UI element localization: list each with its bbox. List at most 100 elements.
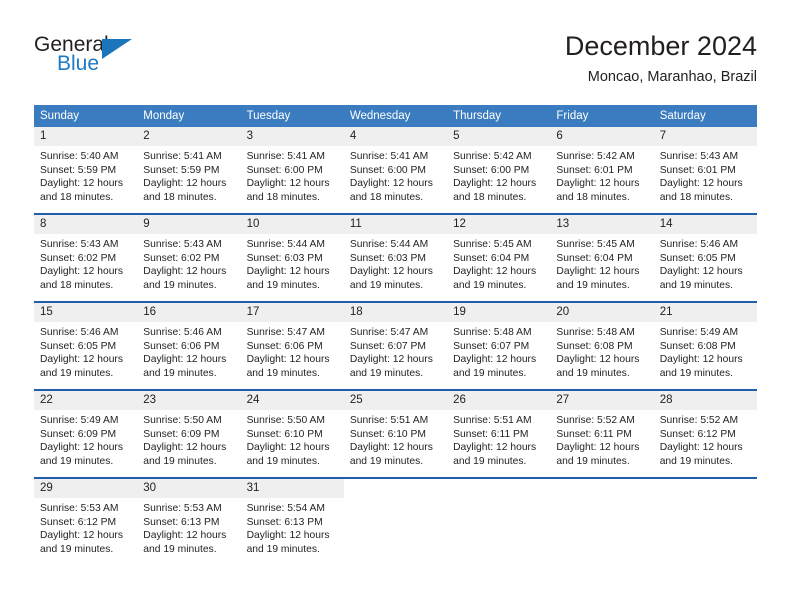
day-details: Sunrise: 5:41 AM Sunset: 6:00 PM Dayligh… [344,146,447,204]
calendar-day-cell[interactable]: 10 Sunrise: 5:44 AM Sunset: 6:03 PM Dayl… [240,213,344,302]
daylight-text-line1: Daylight: 12 hours [556,354,640,366]
calendar-day-cell[interactable]: 19 Sunrise: 5:48 AM Sunset: 6:07 PM Dayl… [447,301,551,390]
sunset-text: Sunset: 6:04 PM [453,252,530,264]
daylight-text-line2: and 19 minutes. [453,367,527,379]
day-number: 8 [34,215,138,234]
sunset-text: Sunset: 6:03 PM [349,252,426,264]
calendar-day-cell[interactable]: 28 Sunrise: 5:52 AM Sunset: 6:12 PM Dayl… [653,389,757,478]
day-details: Sunrise: 5:46 AM Sunset: 6:06 PM Dayligh… [137,322,240,380]
daylight-text-line2: and 19 minutes. [349,367,424,379]
calendar-day-cell[interactable]: 23 Sunrise: 5:50 AM Sunset: 6:09 PM Dayl… [137,389,241,478]
calendar-day-cell[interactable]: 22 Sunrise: 5:49 AM Sunset: 6:09 PM Dayl… [34,389,138,478]
page-subtitle: Moncao, Maranhao, Brazil [587,69,757,85]
day-details: Sunrise: 5:54 AM Sunset: 6:13 PM Dayligh… [241,498,344,556]
day-number: 24 [240,391,344,410]
calendar-day-cell[interactable]: 24 Sunrise: 5:50 AM Sunset: 6:10 PM Dayl… [240,389,344,478]
daylight-text-line1: Daylight: 12 hours [143,354,227,366]
sunset-text: Sunset: 6:08 PM [659,340,736,352]
daylight-text-line2: and 18 minutes. [659,191,733,203]
daylight-text-line2: and 19 minutes. [659,455,733,467]
daylight-text-line2: and 19 minutes. [246,279,320,291]
calendar-day-cell[interactable]: 20 Sunrise: 5:48 AM Sunset: 6:08 PM Dayl… [550,301,654,390]
day-number: 15 [34,303,138,322]
daylight-text-line1: Daylight: 12 hours [40,354,123,366]
calendar-day-cell[interactable]: 9 Sunrise: 5:43 AM Sunset: 6:02 PM Dayli… [137,213,241,302]
day-details: Sunrise: 5:45 AM Sunset: 6:04 PM Dayligh… [447,234,550,292]
calendar-day-cell[interactable]: 26 Sunrise: 5:51 AM Sunset: 6:11 PM Dayl… [447,389,551,478]
daylight-text-line1: Daylight: 12 hours [246,442,330,454]
calendar-day-cell[interactable]: 8 Sunrise: 5:43 AM Sunset: 6:02 PM Dayli… [34,213,138,302]
calendar-week-row: 15 Sunrise: 5:46 AM Sunset: 6:05 PM Dayl… [34,301,757,390]
day-details: Sunrise: 5:50 AM Sunset: 6:09 PM Dayligh… [137,410,240,468]
calendar-day-cell[interactable]: 7 Sunrise: 5:43 AM Sunset: 6:01 PM Dayli… [653,127,757,214]
daylight-text-line1: Daylight: 12 hours [659,354,743,366]
calendar-day-cell[interactable]: 15 Sunrise: 5:46 AM Sunset: 6:05 PM Dayl… [34,301,138,390]
weekday-header-saturday: Saturday [653,105,757,127]
daylight-text-line2: and 19 minutes. [143,279,217,291]
calendar-day-cell[interactable]: 17 Sunrise: 5:47 AM Sunset: 6:06 PM Dayl… [240,301,344,390]
day-number: 4 [343,127,448,146]
daylight-text-line2: and 19 minutes. [246,543,320,555]
day-number: 29 [34,479,138,498]
weekday-header-sunday: Sunday [34,105,138,127]
sunrise-text: Sunrise: 5:42 AM [453,151,532,162]
daylight-text-line1: Daylight: 12 hours [349,178,433,190]
calendar-day-cell[interactable]: 13 Sunrise: 5:45 AM Sunset: 6:04 PM Dayl… [550,213,654,302]
sunset-text: Sunset: 6:06 PM [246,340,323,352]
calendar-day-cell[interactable]: 16 Sunrise: 5:46 AM Sunset: 6:06 PM Dayl… [137,301,241,390]
daylight-text-line2: and 19 minutes. [349,279,424,291]
calendar-day-cell-empty [343,477,448,565]
sunset-text: Sunset: 6:11 PM [453,428,529,440]
day-details: Sunrise: 5:48 AM Sunset: 6:07 PM Dayligh… [447,322,550,380]
calendar-day-cell-empty [653,477,757,565]
sunset-text: Sunset: 6:05 PM [659,252,736,264]
calendar-week-row: 8 Sunrise: 5:43 AM Sunset: 6:02 PM Dayli… [34,213,757,302]
calendar-day-cell[interactable]: 30 Sunrise: 5:53 AM Sunset: 6:13 PM Dayl… [137,477,241,565]
sunset-text: Sunset: 6:07 PM [349,340,426,352]
daylight-text-line1: Daylight: 12 hours [40,442,123,454]
sunrise-text: Sunrise: 5:42 AM [556,151,635,162]
calendar-day-cell[interactable]: 11 Sunrise: 5:44 AM Sunset: 6:03 PM Dayl… [343,213,448,302]
sunrise-text: Sunrise: 5:40 AM [40,151,119,162]
sunrise-text: Sunrise: 5:52 AM [659,415,739,426]
calendar-day-cell[interactable]: 4 Sunrise: 5:41 AM Sunset: 6:00 PM Dayli… [343,127,448,214]
calendar-day-cell[interactable]: 6 Sunrise: 5:42 AM Sunset: 6:01 PM Dayli… [550,127,654,214]
daylight-text-line2: and 18 minutes. [40,279,114,291]
calendar-day-cell[interactable]: 21 Sunrise: 5:49 AM Sunset: 6:08 PM Dayl… [653,301,757,390]
day-number [654,479,757,498]
daylight-text-line1: Daylight: 12 hours [40,530,123,542]
calendar-day-cell[interactable]: 2 Sunrise: 5:41 AM Sunset: 5:59 PM Dayli… [137,127,241,214]
calendar-day-cell[interactable]: 12 Sunrise: 5:45 AM Sunset: 6:04 PM Dayl… [447,213,551,302]
calendar-day-cell[interactable]: 27 Sunrise: 5:52 AM Sunset: 6:11 PM Dayl… [550,389,654,478]
day-number: 28 [653,391,757,410]
sunset-text: Sunset: 6:10 PM [349,428,426,440]
daylight-text-line1: Daylight: 12 hours [349,266,433,278]
sunrise-text: Sunrise: 5:43 AM [40,239,119,250]
sunset-text: Sunset: 6:12 PM [659,428,736,440]
sunrise-text: Sunrise: 5:53 AM [40,503,119,514]
day-details: Sunrise: 5:44 AM Sunset: 6:03 PM Dayligh… [344,234,447,292]
sunset-text: Sunset: 6:08 PM [556,340,633,352]
calendar-day-cell[interactable]: 29 Sunrise: 5:53 AM Sunset: 6:12 PM Dayl… [34,477,138,565]
sunrise-text: Sunrise: 5:52 AM [556,415,635,426]
calendar-day-cell[interactable]: 5 Sunrise: 5:42 AM Sunset: 6:00 PM Dayli… [447,127,551,214]
sunset-text: Sunset: 6:00 PM [246,164,323,176]
daylight-text-line1: Daylight: 12 hours [556,178,640,190]
calendar-day-cell[interactable]: 14 Sunrise: 5:46 AM Sunset: 6:05 PM Dayl… [653,213,757,302]
day-details: Sunrise: 5:49 AM Sunset: 6:09 PM Dayligh… [34,410,137,468]
daylight-text-line1: Daylight: 12 hours [453,442,537,454]
daylight-text-line1: Daylight: 12 hours [453,178,537,190]
calendar-day-cell[interactable]: 31 Sunrise: 5:54 AM Sunset: 6:13 PM Dayl… [240,477,344,565]
calendar-day-cell[interactable]: 18 Sunrise: 5:47 AM Sunset: 6:07 PM Dayl… [343,301,448,390]
day-details: Sunrise: 5:51 AM Sunset: 6:11 PM Dayligh… [447,410,550,468]
day-details: Sunrise: 5:53 AM Sunset: 6:13 PM Dayligh… [137,498,240,556]
day-number: 1 [34,127,138,146]
calendar-day-cell[interactable]: 3 Sunrise: 5:41 AM Sunset: 6:00 PM Dayli… [240,127,344,214]
sunset-text: Sunset: 6:12 PM [40,516,117,528]
calendar-day-cell[interactable]: 25 Sunrise: 5:51 AM Sunset: 6:10 PM Dayl… [343,389,448,478]
daylight-text-line1: Daylight: 12 hours [349,442,433,454]
sunset-text: Sunset: 6:03 PM [246,252,323,264]
daylight-text-line2: and 19 minutes. [659,367,733,379]
day-number: 14 [653,215,757,234]
calendar-day-cell[interactable]: 1 Sunrise: 5:40 AM Sunset: 5:59 PM Dayli… [34,127,138,214]
